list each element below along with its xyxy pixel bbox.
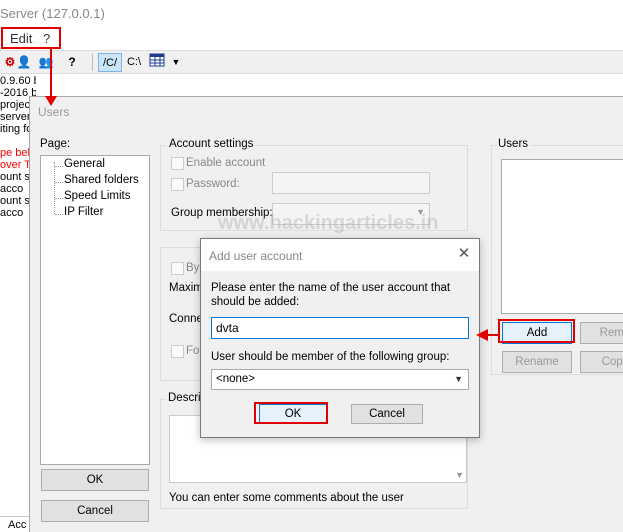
add-user-cancel-button[interactable]: Cancel xyxy=(351,404,423,424)
groups-icon[interactable]: 👥 xyxy=(36,53,56,72)
users-icon[interactable]: 👤 xyxy=(14,53,34,72)
enable-account-label: Enable account xyxy=(186,157,266,169)
close-icon[interactable]: ✕ xyxy=(456,246,472,262)
group-prompt: User should be member of the following g… xyxy=(211,351,450,363)
users-list[interactable] xyxy=(501,159,623,314)
log-line: pe bel xyxy=(0,147,30,159)
arrow-line xyxy=(50,49,52,97)
page-tree[interactable]: General Shared folders Speed Limits IP F… xyxy=(40,155,150,465)
watermark: www.hackingarticles.in xyxy=(218,212,439,234)
page-label: Page: xyxy=(40,138,71,150)
bypass-checkbox[interactable] xyxy=(171,262,184,275)
help-icon[interactable]: ? xyxy=(62,53,82,72)
ok-button[interactable]: OK xyxy=(41,469,149,491)
log-line: ount s xyxy=(0,195,30,207)
enable-account-checkbox[interactable] xyxy=(171,157,184,170)
add-user-title: Add user account xyxy=(209,249,303,263)
rename-button[interactable]: Rename xyxy=(502,351,572,373)
tree-branch xyxy=(55,182,63,183)
page-general[interactable]: General xyxy=(64,158,105,170)
window-title: Server (127.0.0.1) xyxy=(0,0,623,28)
arrow-line xyxy=(488,334,500,336)
username-input[interactable]: dvta xyxy=(211,317,469,339)
status-tab[interactable]: Acc xyxy=(0,516,30,532)
dialog-title: Users xyxy=(38,105,70,119)
add-highlight xyxy=(498,319,575,343)
add-user-prompt: Please enter the name of the user accoun… xyxy=(211,282,451,308)
page-speed-limits[interactable]: Speed Limits xyxy=(64,190,130,202)
log-line: iting fo xyxy=(0,123,33,135)
edit-highlight xyxy=(1,27,61,49)
chevron-down-icon: ▼ xyxy=(455,470,464,480)
page-ip-filter[interactable]: IP Filter xyxy=(64,206,103,218)
group-select-value: <none> xyxy=(216,373,256,385)
password-label: Password: xyxy=(186,178,240,190)
toolbar-separator xyxy=(92,54,93,71)
users-group-title: Users xyxy=(496,138,531,150)
log-line: ount s xyxy=(0,171,30,183)
c-drive-button[interactable]: C:\ xyxy=(124,53,144,72)
chevron-down-icon[interactable]: ▼ xyxy=(166,53,186,72)
cancel-button[interactable]: Cancel xyxy=(41,500,149,522)
root-c-button[interactable]: /C/ xyxy=(98,53,122,72)
tree-branch xyxy=(55,166,63,167)
password-checkbox[interactable] xyxy=(171,178,184,191)
log-line: acco xyxy=(0,207,24,219)
tree-line xyxy=(54,162,55,214)
tree-branch xyxy=(55,198,63,199)
connection-label: Conne xyxy=(169,313,203,325)
log-line: acco xyxy=(0,183,24,195)
menu-bar: Edit ? xyxy=(0,28,623,50)
toolbar: ⚙ 👤 👥 ? /C/ C:\ ▼ xyxy=(0,50,623,74)
tree-branch xyxy=(55,214,63,215)
chevron-down-icon: ▼ xyxy=(454,374,463,384)
description-hint: You can enter some comments about the us… xyxy=(169,492,404,504)
table-icon[interactable] xyxy=(147,53,167,72)
remove-button[interactable]: Remo xyxy=(580,322,623,344)
arrow-head-icon xyxy=(476,329,488,341)
add-user-dialog: Add user account ✕ Please enter the name… xyxy=(200,238,480,438)
page-shared-folders[interactable]: Shared folders xyxy=(64,174,139,186)
log-line: server xyxy=(0,111,31,123)
arrow-head-icon xyxy=(45,96,57,106)
ok-highlight xyxy=(254,402,328,424)
force-checkbox[interactable] xyxy=(171,345,184,358)
password-field[interactable] xyxy=(272,172,430,194)
log-line: over T xyxy=(0,159,31,171)
add-user-titlebar: Add user account ✕ xyxy=(201,239,479,271)
group-select[interactable]: <none> ▼ xyxy=(211,369,469,390)
account-settings-title: Account settings xyxy=(167,138,256,150)
copy-button[interactable]: Copy xyxy=(580,351,623,373)
log-line: 0.9.60 beta xyxy=(0,75,36,87)
